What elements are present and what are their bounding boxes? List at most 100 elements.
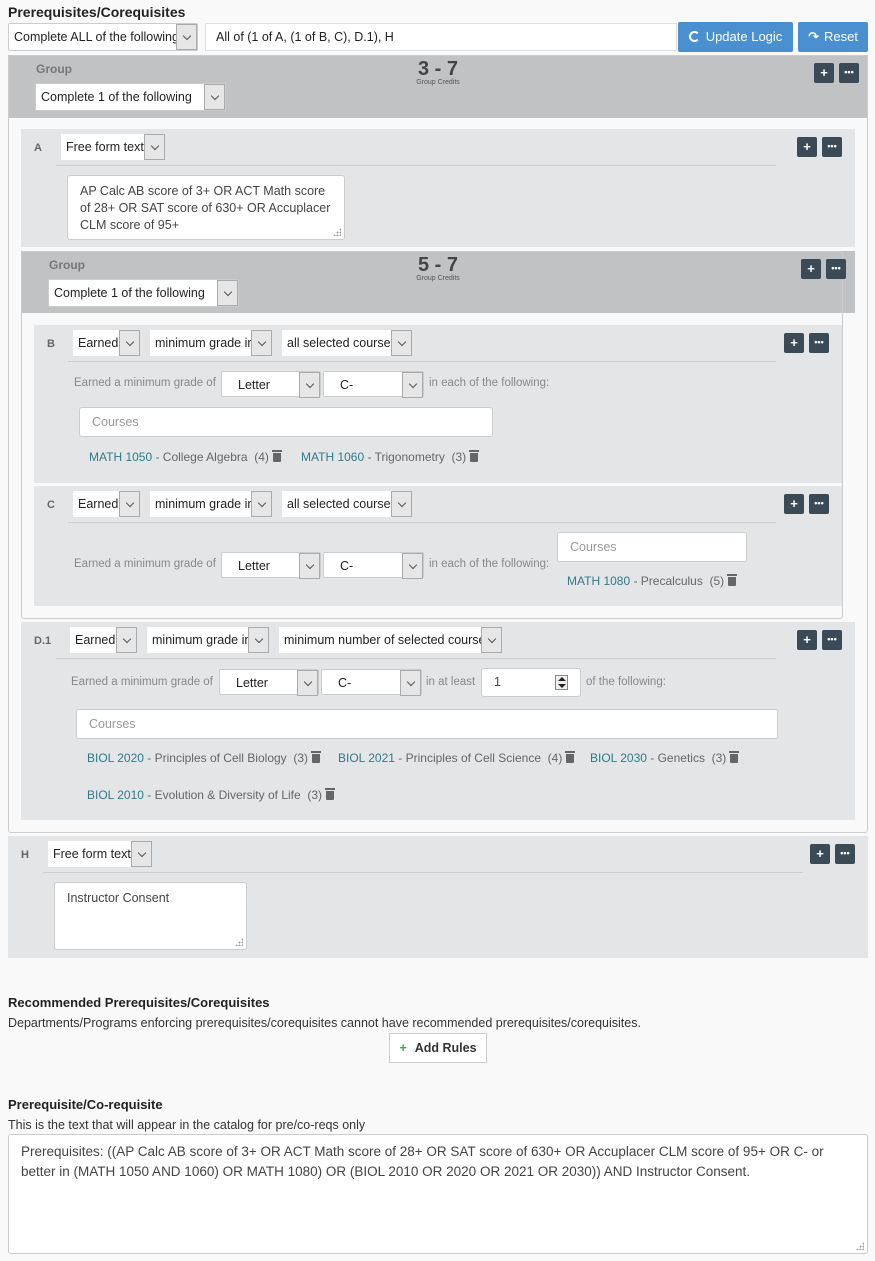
chevron-down-icon — [144, 134, 165, 160]
course-item: MATH 1060 - Trigonometry (3) — [301, 450, 480, 464]
more-icon[interactable]: ••• — [826, 259, 846, 279]
trash-icon[interactable] — [469, 450, 480, 462]
outer-group-select[interactable]: Complete 1 of the following — [35, 83, 226, 111]
more-icon[interactable]: ••• — [839, 63, 859, 83]
more-icon[interactable]: ••• — [809, 333, 829, 353]
update-logic-button[interactable]: Update Logic — [678, 22, 793, 52]
grade-suffix-label: in each of the following: — [429, 558, 550, 570]
rule-b-earned-select[interactable]: Earned — [73, 330, 140, 356]
trash-icon[interactable] — [325, 788, 336, 800]
grade-select[interactable]: C- — [323, 552, 424, 579]
more-icon[interactable]: ••• — [809, 494, 829, 514]
grade-prefix-label: Earned a minimum grade of — [71, 676, 213, 688]
add-icon[interactable]: + — [814, 63, 834, 83]
logic-select-value: Complete ALL of the following — [14, 30, 179, 44]
logic-select[interactable]: Complete ALL of the following — [8, 23, 198, 51]
course-link[interactable]: MATH 1080 — [567, 574, 630, 588]
divider — [68, 522, 776, 523]
section-title: Prerequisites/Corequisites — [8, 4, 186, 20]
chevron-down-icon — [131, 841, 152, 867]
chevron-down-icon — [176, 24, 197, 50]
rule-b-scope-select[interactable]: all selected courses — [282, 330, 412, 356]
catalog-text-area[interactable]: Prerequisites: ((AP Calc AB score of 3+ … — [8, 1134, 868, 1254]
group-label: Group — [36, 62, 72, 76]
course-item: BIOL 2020 - Principles of Cell Biology (… — [87, 751, 322, 765]
trash-icon[interactable] — [727, 574, 738, 586]
chevron-down-icon — [481, 627, 502, 653]
rule-d1-earned-select[interactable]: Earned — [70, 627, 137, 653]
rule-h-text[interactable]: Instructor Consent — [54, 882, 247, 950]
trash-icon[interactable] — [565, 751, 576, 763]
chevron-down-icon — [402, 372, 423, 398]
more-icon[interactable]: ••• — [822, 137, 842, 157]
rule-d1-grade-select[interactable]: minimum grade in — [147, 627, 269, 653]
rule-d1-scope-select[interactable]: minimum number of selected courses — [279, 627, 502, 653]
rule-c-grade-select[interactable]: minimum grade in — [150, 491, 272, 517]
course-link[interactable]: BIOL 2010 — [87, 788, 144, 802]
courses-input[interactable]: Courses — [76, 709, 778, 739]
resize-handle-icon[interactable] — [333, 228, 341, 236]
add-icon[interactable]: + — [797, 137, 817, 157]
grade-type-select[interactable]: Letter — [219, 669, 319, 696]
more-icon[interactable]: ••• — [835, 844, 855, 864]
grade-select[interactable]: C- — [321, 669, 422, 696]
add-icon[interactable]: + — [784, 333, 804, 353]
reset-button[interactable]: ↷ Reset — [798, 22, 868, 52]
recommended-title: Recommended Prerequisites/Corequisites — [8, 995, 270, 1010]
logic-expression-input[interactable]: All of (1 of A, (1 of B, C), D.1), H — [205, 23, 677, 51]
divider — [56, 165, 776, 166]
divider — [56, 658, 776, 659]
rule-h-type-select[interactable]: Free form text — [48, 841, 152, 867]
plus-icon: + — [399, 1041, 407, 1055]
course-link[interactable]: MATH 1050 — [89, 450, 152, 464]
chevron-down-icon — [391, 330, 412, 356]
trash-icon[interactable] — [729, 751, 740, 763]
resize-handle-icon[interactable] — [235, 938, 243, 946]
course-link[interactable]: MATH 1060 — [301, 450, 364, 464]
course-item: MATH 1080 - Precalculus (5) — [567, 574, 738, 588]
grade-prefix-label: Earned a minimum grade of — [74, 377, 216, 389]
more-icon[interactable]: ••• — [822, 630, 842, 650]
spinner-arrows-icon[interactable] — [555, 675, 568, 690]
grade-select[interactable]: C- — [323, 371, 424, 398]
resize-handle-icon[interactable] — [856, 1242, 864, 1250]
chevron-down-icon — [299, 553, 320, 579]
add-icon[interactable]: + — [810, 844, 830, 864]
rule-c-scope-select[interactable]: all selected courses — [282, 491, 412, 517]
rule-letter: B — [47, 338, 55, 350]
inner-group-select[interactable]: Complete 1 of the following — [48, 279, 239, 307]
inner-group-credits: 5 - 7 Group Credits — [416, 254, 460, 282]
trash-icon[interactable] — [311, 751, 322, 763]
min-courses-stepper[interactable]: 1 — [481, 668, 581, 697]
add-icon[interactable]: + — [797, 630, 817, 650]
course-link[interactable]: BIOL 2020 — [87, 751, 144, 765]
rule-c-earned-select[interactable]: Earned — [73, 491, 140, 517]
add-icon[interactable]: + — [784, 494, 804, 514]
chevron-down-icon — [391, 491, 412, 517]
trash-icon[interactable] — [271, 450, 282, 462]
divider — [68, 361, 776, 362]
chevron-down-icon — [251, 330, 272, 356]
add-rules-button[interactable]: + Add Rules — [389, 1033, 487, 1063]
course-item: MATH 1050 - College Algebra (4) — [89, 450, 282, 464]
chevron-down-icon — [217, 280, 238, 306]
course-link[interactable]: BIOL 2030 — [590, 751, 647, 765]
grade-type-select[interactable]: Letter — [221, 552, 321, 579]
course-link[interactable]: BIOL 2021 — [338, 751, 395, 765]
chevron-down-icon — [119, 491, 140, 517]
chevron-down-icon — [116, 627, 137, 653]
rule-b-grade-select[interactable]: minimum grade in — [150, 330, 272, 356]
grade-suffix-label: of the following: — [586, 676, 666, 688]
chevron-down-icon — [119, 330, 140, 356]
rule-letter: H — [21, 849, 29, 861]
refresh-icon — [688, 31, 700, 42]
add-icon[interactable]: + — [801, 259, 821, 279]
grade-type-select[interactable]: Letter — [221, 371, 321, 398]
courses-input[interactable]: Courses — [79, 407, 493, 437]
grade-suffix-label: in each of the following: — [429, 377, 550, 389]
courses-input[interactable]: Courses — [557, 532, 747, 562]
rule-a-type-select[interactable]: Free form text — [61, 134, 165, 160]
rule-a-text[interactable]: AP Calc AB score of 3+ OR ACT Math score… — [67, 175, 345, 240]
rule-letter: A — [34, 142, 42, 154]
grade-prefix-label: Earned a minimum grade of — [74, 558, 216, 570]
